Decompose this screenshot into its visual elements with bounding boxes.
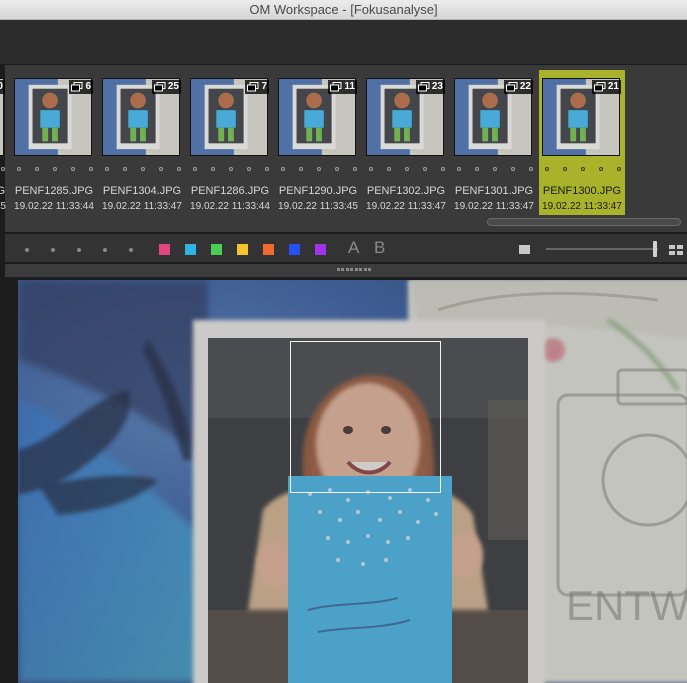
rating-dots[interactable] bbox=[17, 167, 93, 175]
stack-count: 25 bbox=[167, 81, 179, 92]
thumbnail-date: 19.02.22 11:33:47 bbox=[102, 201, 182, 212]
rating-dots[interactable] bbox=[369, 167, 445, 175]
thumbnail-filename: PENF1302.JPG bbox=[366, 185, 446, 197]
thumbnail-item[interactable]: 21 PENF1300.JPG 19.02.22 11:33:47 bbox=[539, 70, 625, 215]
thumbnail-date: 19.02.22 11:33:44 bbox=[190, 201, 270, 212]
zoom-slider-track[interactable] bbox=[546, 248, 658, 250]
thumbnail-filename: PENF1304.JPG bbox=[102, 185, 182, 197]
color-label-swatch[interactable] bbox=[315, 244, 326, 255]
thumbnail-strip: 10 PENF1289.JPG 19.02.22 11:33:45 6 PENF1285… bbox=[0, 65, 687, 232]
thumbnail-date: 19.02.22 11:33:45 bbox=[278, 201, 358, 212]
thumbnail-list: 10 PENF1289.JPG 19.02.22 11:33:45 6 PENF1285… bbox=[0, 70, 687, 220]
splitter-grip-icon[interactable] bbox=[337, 268, 371, 272]
stack-count-badge: 6 bbox=[69, 80, 93, 94]
stack-count-badge: 10 bbox=[0, 80, 5, 94]
thumbnail-date: 19.02.22 11:33:44 bbox=[14, 201, 94, 212]
rating-dots[interactable] bbox=[193, 167, 269, 175]
color-label-swatch[interactable] bbox=[289, 244, 300, 255]
rating-dot-icon[interactable] bbox=[25, 248, 29, 252]
grid-view-icon[interactable] bbox=[669, 245, 683, 255]
zoom-slider-knob[interactable] bbox=[653, 241, 657, 257]
main-toolbar bbox=[0, 20, 687, 65]
thumbnail-item[interactable]: 25 PENF1304.JPG 19.02.22 11:33:47 bbox=[99, 70, 185, 215]
app-window: OM Workspace - [Fokusanalyse] 10 PENF1289… bbox=[0, 0, 687, 683]
thumbnail-date: 19.02.22 11:33:47 bbox=[366, 201, 446, 212]
color-label-swatch[interactable] bbox=[159, 244, 170, 255]
compare-a-button[interactable]: A bbox=[348, 238, 359, 258]
thumbnail-filename: PENF1289.JPG bbox=[0, 185, 6, 197]
stack-count: 22 bbox=[519, 81, 531, 92]
stack-count: 10 bbox=[0, 81, 3, 92]
panel-splitter[interactable] bbox=[0, 264, 687, 277]
stack-count: 23 bbox=[431, 81, 443, 92]
thumbnail-filename: PENF1286.JPG bbox=[190, 185, 270, 197]
stack-icon bbox=[71, 82, 83, 92]
thumbnail-filename: PENF1300.JPG bbox=[542, 185, 622, 197]
small-thumbnail-icon[interactable] bbox=[519, 245, 530, 254]
thumbnail-item[interactable]: 11 PENF1290.JPG 19.02.22 11:33:45 bbox=[275, 70, 361, 215]
stack-icon bbox=[330, 82, 342, 92]
stack-count-badge: 22 bbox=[503, 80, 533, 94]
thumbnail-filename: PENF1290.JPG bbox=[278, 185, 358, 197]
stack-icon bbox=[505, 82, 518, 92]
rating-dot-icon[interactable] bbox=[103, 248, 107, 252]
stack-count-badge: 21 bbox=[591, 80, 621, 94]
stack-count-badge: 11 bbox=[328, 80, 357, 94]
stack-count: 11 bbox=[344, 81, 355, 92]
thumbnail-date: 19.02.22 11:33:45 bbox=[0, 201, 6, 212]
thumbnail-date: 19.02.22 11:33:47 bbox=[542, 201, 622, 212]
stack-icon bbox=[417, 82, 430, 92]
color-label-swatch[interactable] bbox=[237, 244, 248, 255]
thumbnail-filename: PENF1285.JPG bbox=[14, 185, 94, 197]
focus-frame bbox=[290, 341, 441, 493]
stack-count-badge: 23 bbox=[415, 80, 445, 94]
thumbnail-date: 19.02.22 11:33:47 bbox=[454, 201, 534, 212]
thumbnail-scrollbar[interactable] bbox=[487, 218, 681, 226]
window-title: OM Workspace - [Fokusanalyse] bbox=[249, 2, 438, 17]
rating-dots[interactable] bbox=[0, 167, 5, 175]
rating-dot-icon[interactable] bbox=[129, 248, 133, 252]
color-label-swatch[interactable] bbox=[211, 244, 222, 255]
color-label-swatch[interactable] bbox=[185, 244, 196, 255]
title-bar: OM Workspace - [Fokusanalyse] bbox=[0, 0, 687, 20]
stack-icon bbox=[593, 82, 606, 92]
stack-count: 7 bbox=[261, 81, 267, 92]
rating-dots[interactable] bbox=[545, 167, 621, 175]
stack-icon bbox=[247, 82, 259, 92]
rating-dots[interactable] bbox=[281, 167, 357, 175]
stack-icon bbox=[153, 82, 166, 92]
rating-dots[interactable] bbox=[105, 167, 181, 175]
stack-count: 6 bbox=[85, 81, 91, 92]
thumbnail-item[interactable]: 10 PENF1289.JPG 19.02.22 11:33:45 bbox=[0, 70, 9, 215]
thumbnail-filename: PENF1301.JPG bbox=[454, 185, 534, 197]
thumbnail-item[interactable]: 23 PENF1302.JPG 19.02.22 11:33:47 bbox=[363, 70, 449, 215]
stack-count: 21 bbox=[607, 81, 619, 92]
rating-dot-icon[interactable] bbox=[77, 248, 81, 252]
thumbnail-item[interactable]: 6 PENF1285.JPG 19.02.22 11:33:44 bbox=[11, 70, 97, 215]
rating-dot-icon[interactable] bbox=[51, 248, 55, 252]
stack-count-badge: 25 bbox=[151, 80, 181, 94]
filter-bar: A B bbox=[0, 232, 687, 264]
thumbnail-item[interactable]: 7 PENF1286.JPG 19.02.22 11:33:44 bbox=[187, 70, 273, 215]
color-label-swatch[interactable] bbox=[263, 244, 274, 255]
thumbnail-item[interactable]: 22 PENF1301.JPG 19.02.22 11:33:47 bbox=[451, 70, 537, 215]
compare-b-button[interactable]: B bbox=[374, 238, 385, 258]
rating-dots[interactable] bbox=[457, 167, 533, 175]
stack-count-badge: 7 bbox=[245, 80, 269, 94]
